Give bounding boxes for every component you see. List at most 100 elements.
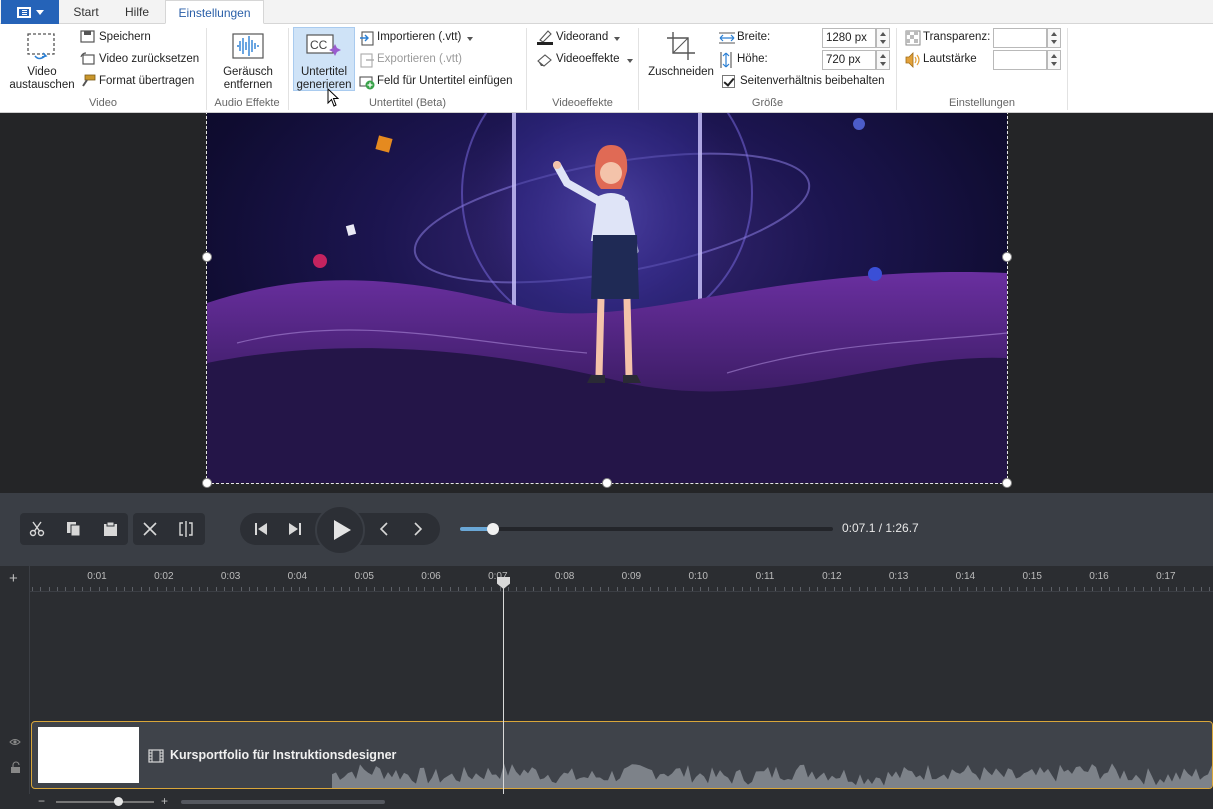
ruler-tick <box>32 587 33 591</box>
crop-icon <box>667 32 695 60</box>
ruler-tick <box>850 587 852 591</box>
player-controls: 0:07.1 / 1:26.7 <box>0 493 1213 566</box>
track-gutter: + <box>0 566 30 809</box>
ruler-tick <box>140 587 142 591</box>
volume-icon <box>905 52 920 68</box>
tab-einstellungen[interactable]: Einstellungen <box>165 0 264 24</box>
skip-to-start-button[interactable] <box>244 513 278 545</box>
import-vtt-button[interactable]: Importieren (.vtt) <box>377 31 461 43</box>
ruler-tick <box>950 587 952 591</box>
cut-button[interactable] <box>20 513 54 545</box>
copy-icon <box>67 522 81 537</box>
ruler-tick <box>766 587 768 591</box>
zoom-in-button[interactable]: + <box>161 794 168 808</box>
transparency-stepper[interactable] <box>1047 28 1061 48</box>
ruler-tick <box>132 587 134 591</box>
ruler-tick <box>299 587 301 591</box>
zoom-slider-track[interactable] <box>56 801 154 803</box>
export-vtt-button[interactable]: Exportieren (.vtt) <box>377 53 462 65</box>
ruler-tick <box>841 587 843 591</box>
video-frame[interactable] <box>207 113 1007 483</box>
insert-subtitle-field-button[interactable]: Feld für Untertitel einfügen <box>377 75 513 87</box>
ruler-tick <box>282 587 284 591</box>
ruler-tick <box>1100 587 1102 591</box>
ruler-tick <box>892 587 894 591</box>
playback-progress-track[interactable] <box>460 523 833 535</box>
closed-caption-icon: CC <box>306 34 341 56</box>
ruler-tick <box>624 587 626 591</box>
ruler-tick <box>474 587 476 591</box>
height-input[interactable]: 720 px <box>822 50 876 70</box>
app-menu-icon <box>16 6 31 18</box>
volume-stepper[interactable] <box>1047 50 1061 70</box>
ruler-tick-label: 0:14 <box>955 571 976 582</box>
video-replace-label-2: austauschen <box>9 79 75 91</box>
width-input[interactable]: 1280 px <box>822 28 876 48</box>
app-menu-button[interactable] <box>1 0 59 24</box>
width-stepper[interactable] <box>876 28 890 48</box>
eye-icon[interactable] <box>9 737 21 747</box>
volume-input[interactable] <box>993 50 1047 70</box>
lock-icon[interactable] <box>10 761 21 774</box>
ruler-tick <box>207 587 209 591</box>
save-icon <box>80 30 95 43</box>
video-border-button[interactable]: Videorand <box>556 31 608 43</box>
height-stepper[interactable] <box>876 50 890 70</box>
ruler-tick <box>900 587 902 591</box>
crop-button[interactable]: Zuschneiden <box>645 66 717 79</box>
timeline-ruler[interactable]: 0:01 0:02 0:03 0:04 0:05 0:06 0:07 0:08 0:09 0:10… <box>30 566 1213 592</box>
tab-hilfe[interactable]: Hilfe <box>113 0 161 24</box>
save-button[interactable]: Speichern <box>99 31 151 43</box>
video-replace-icon <box>27 33 55 60</box>
resize-handle-bottom-left[interactable] <box>202 478 212 488</box>
ruler-tick <box>224 587 226 591</box>
ruler-tick <box>958 587 960 591</box>
ruler-tick <box>933 587 935 591</box>
playback-scrubber-handle[interactable] <box>486 523 499 535</box>
add-track-button[interactable]: + <box>9 571 18 586</box>
ruler-tick <box>566 587 568 591</box>
generate-subtitles-label-2: generieren <box>296 79 352 91</box>
keep-aspect-ratio-checkbox[interactable] <box>722 75 735 88</box>
video-reset-button[interactable]: Video zurücksetzen <box>99 53 199 65</box>
video-replace-button[interactable]: Video austauschen <box>6 66 78 92</box>
video-group-label: Video <box>89 97 117 109</box>
timeline: + 0:01 0:02 0:03 0:04 0:05 0:06 0:07 0:08 0:09 0:… <box>0 566 1213 809</box>
previous-frame-button[interactable] <box>367 513 401 545</box>
ruler-tick <box>750 587 752 591</box>
delete-segment-button[interactable] <box>133 513 167 545</box>
ruler-tick-label: 0:13 <box>888 571 909 582</box>
ruler-tick <box>833 587 835 591</box>
zoom-out-button[interactable]: − <box>38 794 45 808</box>
ribbon: Video austauschen Speichern Video zurück… <box>0 24 1213 113</box>
next-frame-button[interactable] <box>401 513 435 545</box>
skip-to-end-button[interactable] <box>278 513 312 545</box>
noise-removal-button[interactable]: Geräusch entfernen <box>212 66 284 92</box>
format-painter-icon <box>82 74 96 87</box>
transparency-icon <box>905 30 921 46</box>
resize-handle-left[interactable] <box>202 252 212 262</box>
zoom-slider-handle[interactable] <box>114 797 123 806</box>
video-clip[interactable]: Kursportfolio für Instruktionsdesigner <box>31 721 1213 789</box>
transparency-input[interactable] <box>993 28 1047 48</box>
format-transfer-button[interactable]: Format übertragen <box>99 75 194 87</box>
ruler-tick <box>98 587 100 591</box>
ruler-tick <box>182 587 184 591</box>
timeline-scrollbar[interactable] <box>181 800 385 804</box>
video-effects-button[interactable]: Videoeffekte <box>556 53 620 65</box>
split-button[interactable] <box>169 513 203 545</box>
paste-button[interactable] <box>94 513 128 545</box>
play-button[interactable] <box>315 505 365 555</box>
resize-handle-right[interactable] <box>1002 252 1012 262</box>
copy-button[interactable] <box>57 513 91 545</box>
ruler-tick <box>382 587 384 591</box>
resize-handle-bottom-right[interactable] <box>1002 478 1012 488</box>
ruler-tick <box>324 587 326 591</box>
ruler-tick <box>65 587 67 591</box>
tab-start[interactable]: Start <box>62 0 110 24</box>
ruler-tick-label: 0:06 <box>421 571 441 582</box>
resize-handle-bottom[interactable] <box>602 478 612 488</box>
import-icon <box>360 31 374 46</box>
ruler-tick <box>374 587 376 591</box>
ruler-tick <box>199 587 200 591</box>
